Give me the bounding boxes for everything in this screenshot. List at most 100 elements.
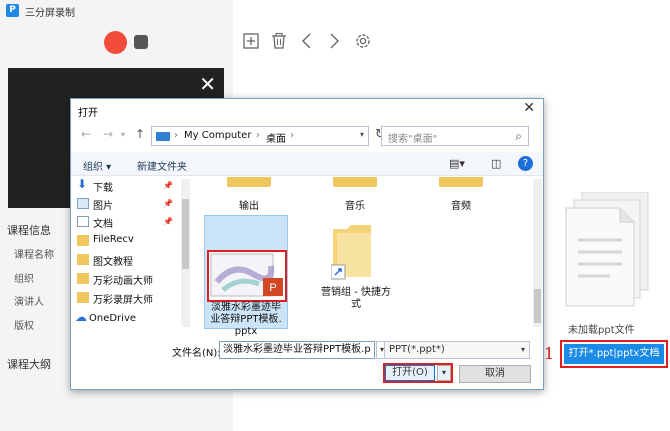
file-scrollbar-thumb[interactable]: [534, 289, 541, 323]
address-dropdown-icon[interactable]: ▾: [360, 130, 364, 139]
file-label: 输出: [239, 201, 259, 212]
file-label: 音乐: [345, 201, 365, 212]
svg-text:P: P: [269, 282, 276, 294]
open-ppt-button-label: 打开*.ppt|pptx文档: [564, 344, 664, 364]
documents-icon: [77, 216, 89, 227]
shortcut-folder-icon: [330, 221, 375, 281]
dialog-close-icon[interactable]: ✕: [523, 100, 535, 116]
filename-label: 文件名(N):: [172, 348, 221, 359]
view-options-icon[interactable]: ▤▾: [449, 157, 465, 170]
file-scrollbar[interactable]: [533, 179, 542, 327]
step-1-marker: 1: [544, 344, 555, 363]
nav-item-recorder[interactable]: 万彩录屏大师: [77, 291, 153, 307]
course-field-copyright[interactable]: 版权: [14, 317, 34, 332]
help-icon[interactable]: ?: [518, 156, 533, 171]
nav-item-onedrive[interactable]: ☁ OneDrive: [75, 310, 137, 329]
nav-item-label: 万彩动画大师: [93, 276, 153, 287]
address-sep-icon-3: ›: [290, 130, 294, 141]
folder-icon: [77, 235, 89, 246]
course-field-org[interactable]: 组织: [14, 270, 34, 285]
file-name-line-2: 业答辩PPT模板.: [210, 314, 282, 325]
nav-item-label: OneDrive: [89, 313, 137, 324]
search-placeholder: 搜索"桌面": [388, 134, 438, 145]
address-sep-icon-2: ›: [256, 130, 260, 141]
search-icon: ⌕: [515, 129, 522, 143]
folder-icon: [227, 177, 271, 187]
record-button[interactable]: [104, 31, 127, 54]
command-bar: 组织 ▾ 新建文件夹 ▤▾ ◫ ?: [71, 152, 543, 176]
nav-scrollbar[interactable]: [181, 179, 190, 327]
back-icon[interactable]: ←: [81, 127, 91, 141]
folder-icon: [333, 177, 377, 187]
prev-icon[interactable]: [298, 32, 316, 50]
open-dropdown-icon[interactable]: ▾: [437, 365, 451, 381]
nav-item-label: 万彩录屏大师: [93, 295, 153, 306]
up-icon[interactable]: ↑: [135, 127, 145, 141]
nav-item-documents[interactable]: 文档: [77, 215, 113, 231]
nav-item-pictures[interactable]: 图片: [77, 197, 113, 213]
pictures-icon: [77, 198, 89, 209]
filetype-select[interactable]: PPT(*.ppt*) ▾: [384, 341, 530, 359]
address-current[interactable]: 桌面: [266, 130, 286, 145]
pin-icon: 📌: [163, 181, 173, 190]
nav-item-label: 图片: [93, 201, 113, 212]
organize-label: 组织: [83, 162, 103, 173]
download-icon: ⬇: [77, 177, 88, 191]
folder-icon: [77, 273, 89, 284]
shortcut-label-line-2: 式: [351, 299, 361, 310]
open-file-dialog: 打开 ✕ ← → ▾ ↑ › My Computer › 桌面 › ▾ ↻ 搜索…: [70, 98, 544, 390]
preview-close-icon[interactable]: ✕: [199, 74, 216, 94]
ppt-empty-label: 未加载ppt文件: [568, 325, 635, 336]
address-bar[interactable]: › My Computer › 桌面 › ▾: [151, 126, 369, 146]
dialog-title: 打开: [78, 108, 98, 119]
folder-icon: [77, 254, 89, 265]
filetype-dropdown-icon[interactable]: ▾: [521, 342, 525, 358]
cloud-icon: ☁: [75, 310, 87, 324]
filetype-value: PPT(*.ppt*): [389, 344, 445, 355]
cancel-button[interactable]: 取消: [459, 365, 531, 383]
folder-icon: [439, 177, 483, 187]
nav-item-label: 图文教程: [93, 257, 133, 268]
trash-icon[interactable]: [270, 32, 288, 50]
add-icon[interactable]: [242, 32, 260, 50]
address-root[interactable]: My Computer: [184, 130, 251, 141]
search-input[interactable]: 搜索"桌面" ⌕: [381, 126, 529, 146]
navigation-pane: ⬇ 下载 📌 图片 📌 文档 📌 FileRecv 图文教程 万彩动画大师 万彩…: [71, 177, 177, 327]
filename-input[interactable]: 淡雅水彩墨迹毕业答辩PPT模板.p: [219, 341, 375, 359]
file-label: 音频: [451, 201, 471, 212]
file-name-line-1: 淡雅水彩墨迹毕: [211, 302, 281, 313]
nav-item-label: FileRecv: [93, 234, 134, 245]
new-folder-button[interactable]: 新建文件夹: [137, 158, 187, 173]
open-button[interactable]: 打开(O): [385, 365, 435, 381]
file-name-line-3: pptx: [234, 326, 258, 337]
pptx-thumbnail: P: [207, 250, 287, 302]
app-title: 三分屏录制: [25, 8, 75, 19]
course-info-heading: 课程信息: [7, 224, 51, 237]
computer-icon: [156, 132, 170, 141]
next-icon[interactable]: [325, 32, 343, 50]
organize-menu[interactable]: 组织 ▾: [83, 158, 111, 173]
nav-item-tutorials[interactable]: 图文教程: [77, 253, 133, 269]
stop-button[interactable]: [134, 35, 148, 49]
nav-item-label: 下载: [93, 183, 113, 194]
pin-icon: 📌: [163, 217, 173, 226]
nav-item-animation[interactable]: 万彩动画大师: [77, 272, 153, 288]
folder-icon: [77, 292, 89, 303]
address-sep-icon: ›: [174, 130, 178, 141]
course-field-name[interactable]: 课程名称: [14, 246, 54, 261]
pin-icon: 📌: [163, 199, 173, 208]
nav-item-label: 文档: [93, 219, 113, 230]
selected-pptx-file[interactable]: P 淡雅水彩墨迹毕 业答辩PPT模板. pptx: [204, 215, 288, 337]
open-ppt-button[interactable]: 打开*.ppt|pptx文档: [560, 340, 668, 368]
shortcut-label-line-1: 营销组 - 快捷方: [321, 287, 391, 298]
app-logo-icon: P: [6, 4, 19, 17]
course-field-speaker[interactable]: 演讲人: [14, 293, 44, 308]
settings-icon[interactable]: [354, 32, 372, 50]
preview-pane-icon[interactable]: ◫: [491, 157, 501, 170]
nav-item-downloads[interactable]: ⬇ 下载: [77, 177, 113, 195]
nav-scrollbar-thumb[interactable]: [182, 199, 189, 269]
history-dropdown-icon[interactable]: ▾: [121, 130, 125, 139]
course-outline-heading: 课程大纲: [7, 358, 51, 371]
nav-item-filerecv[interactable]: FileRecv: [77, 234, 134, 250]
forward-icon[interactable]: →: [103, 127, 113, 141]
